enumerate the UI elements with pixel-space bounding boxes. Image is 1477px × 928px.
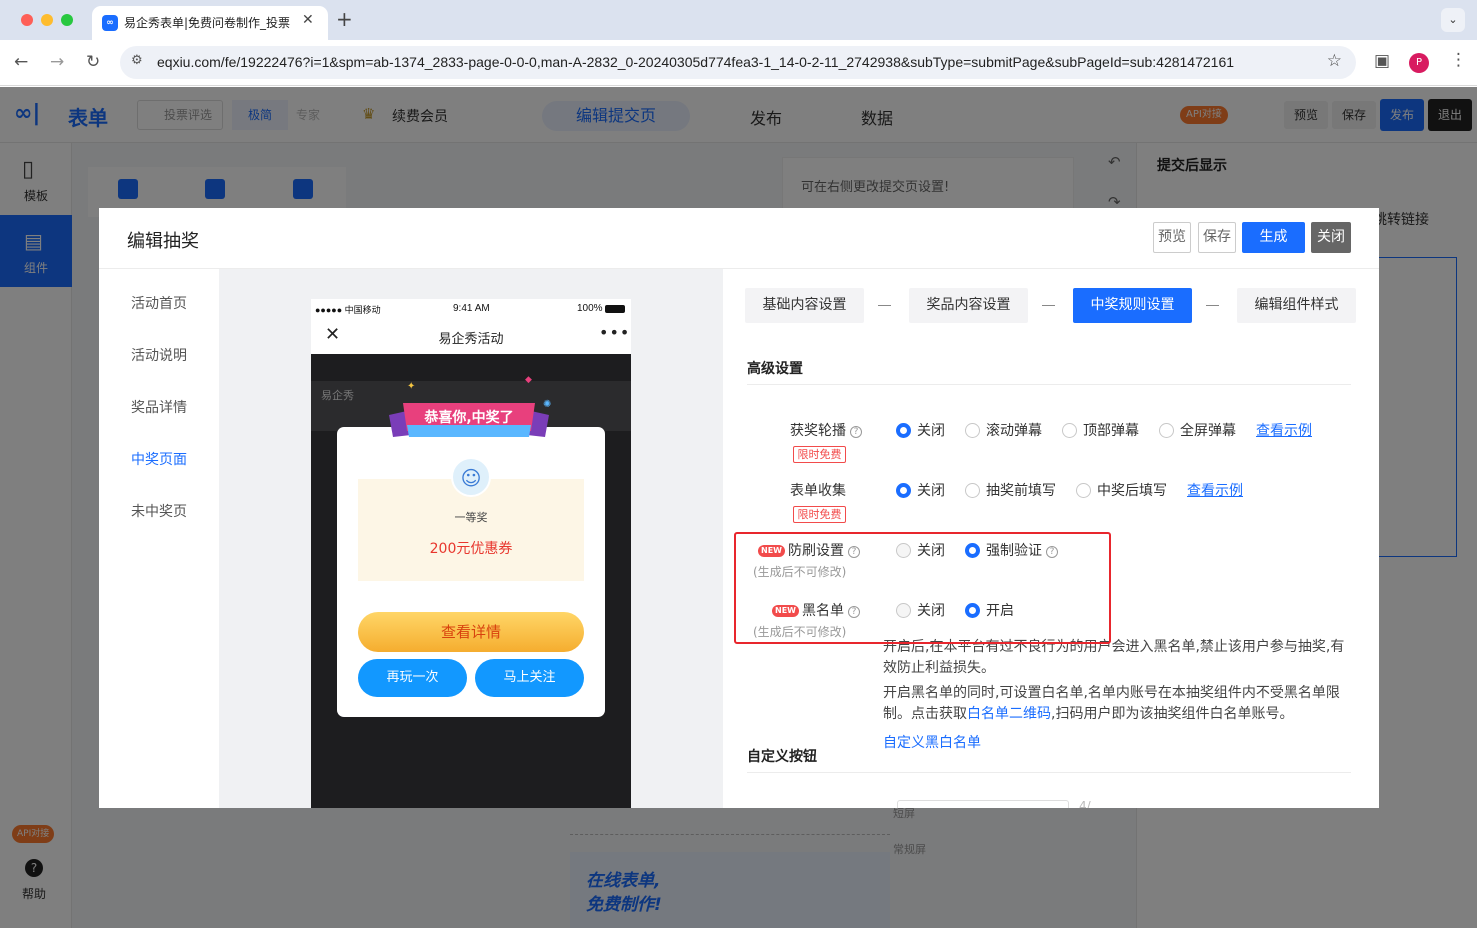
phone-time: 9:41 AM (453, 303, 490, 314)
confetti-icon: ✦ (407, 381, 416, 392)
side-nav-home[interactable]: 活动首页 (131, 293, 187, 313)
modal-title: 编辑抽奖 (127, 231, 199, 252)
side-nav-lose-page[interactable]: 未中奖页 (131, 501, 187, 521)
step-prize-content[interactable]: 奖品内容设置 (909, 288, 1028, 323)
address-bar[interactable]: ⚙ eqxiu.com/fe/19222476?i=1&spm=ab-1374_… (120, 46, 1356, 79)
tab-close-icon[interactable]: ✕ (302, 12, 314, 28)
modal-close-button[interactable]: 关闭 (1311, 222, 1351, 253)
congrats-banner: 恭喜你,中奖了 (389, 397, 549, 437)
forward-icon[interactable]: → (50, 52, 64, 72)
step-win-rules[interactable]: 中奖规则设置 (1073, 288, 1192, 323)
sidepanel-icon[interactable]: ▣ (1374, 51, 1390, 71)
battery-icon (605, 305, 625, 313)
step-basic-content[interactable]: 基础内容设置 (745, 288, 864, 323)
profile-avatar[interactable]: P (1409, 53, 1429, 73)
form-collect-label: 表单收集 (790, 483, 846, 499)
prize-level: 一等奖 (454, 511, 488, 524)
new-tab-icon[interactable]: + (336, 7, 353, 31)
custom-button-title: 自定义按钮 (747, 749, 817, 765)
address-toolbar: ← → ↻ ⚙ eqxiu.com/fe/19222476?i=1&spm=ab… (0, 40, 1477, 86)
edit-lottery-modal: 编辑抽奖 预览 保存 生成 关闭 活动首页 活动说明 奖品详情 中奖页面 未中奖… (99, 208, 1379, 808)
site-settings-icon[interactable]: ⚙ (131, 53, 143, 68)
phone-details-button: 查看详情 (358, 612, 584, 652)
window-close-icon[interactable] (21, 14, 33, 26)
broadcast-option-scroll[interactable]: 滚动弹幕 (965, 420, 1042, 440)
whitelist-qrcode-link[interactable]: 白名单二维码 (967, 706, 1051, 722)
phone-status-bar: ●●●●● 中国移动 9:41 AM 100% (311, 299, 631, 319)
step-connector (1042, 305, 1055, 306)
tab-search-chevron-icon[interactable]: ⌄ (1441, 8, 1465, 32)
radio-selected-icon (896, 483, 911, 498)
broadcast-label: 获奖轮播? (790, 420, 862, 440)
radio-icon (1159, 423, 1174, 438)
browser-menu-icon[interactable]: ⋮ (1450, 50, 1467, 70)
highlight-box (734, 532, 1111, 644)
radio-icon (965, 483, 980, 498)
limited-free-tag: 限时免费 (793, 506, 846, 523)
broadcast-option-fullscreen[interactable]: 全屏弹幕 (1159, 420, 1236, 440)
phone-replay-button: 再玩一次 (358, 659, 467, 697)
side-nav-description[interactable]: 活动说明 (131, 345, 187, 365)
url-text[interactable]: eqxiu.com/fe/19222476?i=1&spm=ab-1374_28… (157, 54, 1234, 70)
modal-generate-button[interactable]: 生成 (1242, 222, 1305, 253)
phone-preview-area: ●●●●● 中国移动 9:41 AM 100% ✕ 易企秀活动 ••• 易企秀 … (219, 269, 723, 808)
banner-text: 恭喜你,中奖了 (424, 410, 514, 426)
radio-icon (965, 423, 980, 438)
prize-box: ☺ 一等奖 200元优惠券 (358, 457, 584, 581)
phone-nav-bar: ✕ 易企秀活动 ••• (311, 319, 631, 354)
modal-preview-button[interactable]: 预览 (1153, 222, 1191, 253)
step-connector (878, 305, 891, 306)
broadcast-example-link[interactable]: 查看示例 (1256, 420, 1312, 440)
phone-more-icon: ••• (599, 323, 631, 342)
radio-icon (1076, 483, 1091, 498)
reload-icon[interactable]: ↻ (86, 52, 100, 72)
section-divider (747, 772, 1351, 773)
help-circle-icon[interactable]: ? (850, 426, 862, 438)
phone-title: 易企秀活动 (438, 332, 504, 347)
modal-save-button[interactable]: 保存 (1198, 222, 1236, 253)
radio-icon (1062, 423, 1077, 438)
phone-preview: ●●●●● 中国移动 9:41 AM 100% ✕ 易企秀活动 ••• 易企秀 … (311, 299, 631, 808)
browser-tab-strip: ∞ 易企秀表单|免费问卷制作_投票 ✕ + ⌄ (0, 0, 1477, 40)
radio-selected-icon (896, 423, 911, 438)
custom-button-input[interactable] (897, 800, 1069, 808)
confetti-icon: ✺ (543, 399, 552, 410)
limited-free-tag: 限时免费 (793, 446, 846, 463)
phone-follow-button: 马上关注 (475, 659, 584, 697)
whitelist-description: 开启黑名单的同时,可设置白名单,名单内账号在本抽奖组件内不受黑名单限制。点击获取… (883, 685, 1340, 722)
side-nav-win-page[interactable]: 中奖页面 (131, 449, 187, 469)
battery-text: 100% (577, 303, 603, 314)
prize-name: 200元优惠券 (429, 541, 513, 557)
carrier-text: ●●●●● 中国移动 (315, 305, 381, 315)
section-divider (747, 384, 1351, 385)
phone-bg-brand: 易企秀 (321, 389, 354, 402)
bookmark-star-icon[interactable]: ☆ (1327, 51, 1342, 71)
eqxiu-favicon-icon: ∞ (102, 15, 118, 31)
form-collect-option-off[interactable]: 关闭 (896, 480, 945, 500)
prize-avatar-icon: ☺ (451, 457, 491, 497)
advanced-settings-title: 高级设置 (747, 361, 803, 377)
modal-side-nav: 活动首页 活动说明 奖品详情 中奖页面 未中奖页 (99, 269, 219, 808)
confetti-icon: ◆ (525, 375, 532, 385)
form-collect-example-link[interactable]: 查看示例 (1187, 480, 1243, 500)
side-nav-prize-details[interactable]: 奖品详情 (131, 397, 187, 417)
window-minimize-icon[interactable] (41, 14, 53, 26)
form-collect-option-before[interactable]: 抽奖前填写 (965, 480, 1056, 500)
step-component-style[interactable]: 编辑组件样式 (1237, 288, 1356, 323)
window-maximize-icon[interactable] (61, 14, 73, 26)
broadcast-option-off[interactable]: 关闭 (896, 420, 945, 440)
win-popup-card: ☺ 一等奖 200元优惠券 查看详情 再玩一次 马上关注 (337, 427, 605, 717)
browser-tab[interactable]: ∞ 易企秀表单|免费问卷制作_投票 ✕ (92, 6, 328, 40)
back-icon[interactable]: ← (14, 52, 28, 72)
tab-title: 易企秀表单|免费问卷制作_投票 (124, 16, 291, 30)
char-count: 4/ (1079, 799, 1091, 808)
step-connector (1206, 305, 1219, 306)
form-collect-option-after[interactable]: 中奖后填写 (1076, 480, 1167, 500)
custom-blackwhite-list-link[interactable]: 自定义黑白名单 (883, 732, 981, 752)
broadcast-option-top[interactable]: 顶部弹幕 (1062, 420, 1139, 440)
